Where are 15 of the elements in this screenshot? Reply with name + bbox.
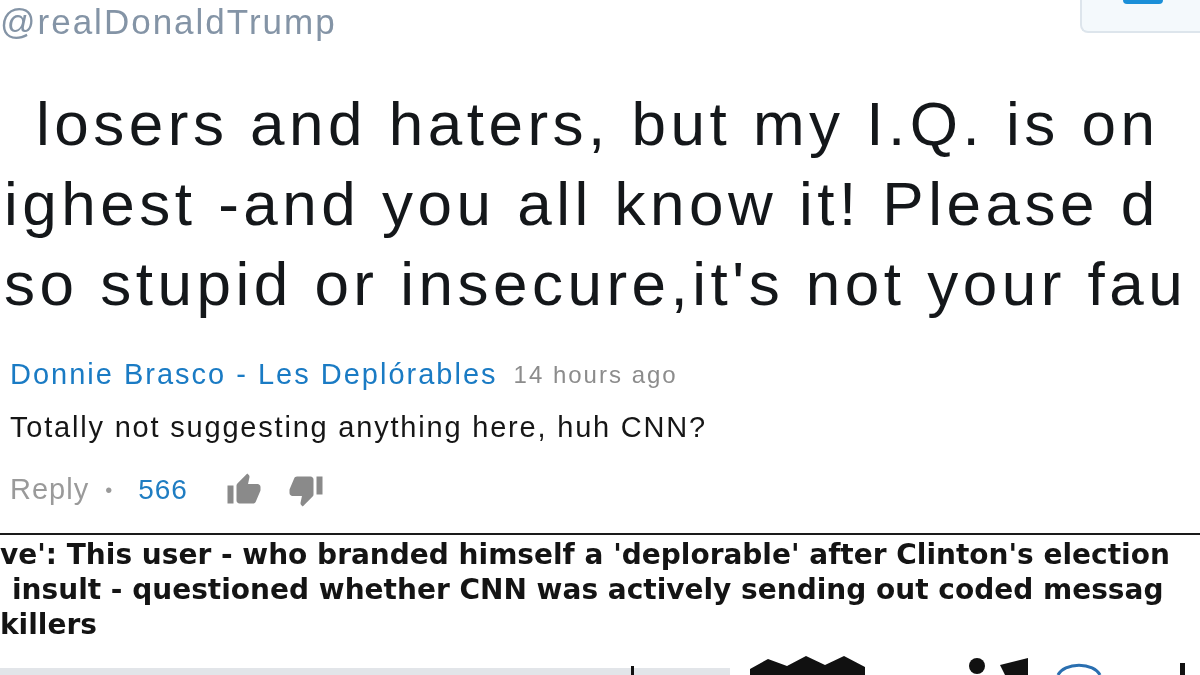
caption-line: insult - questioned whether CNN was actively sending out coded messag (12, 572, 1164, 607)
separator-dot: • (105, 478, 113, 503)
comment-author[interactable]: Donnie Brasco - Les Deplórables (10, 353, 498, 397)
bar-icon (1123, 0, 1163, 4)
cropped-button[interactable] (1080, 0, 1200, 33)
reply-button[interactable]: Reply (10, 468, 90, 512)
user-handle[interactable]: @realDonaldTrump (0, 0, 337, 42)
tweet-text-line: ighest -and you all know it! Please d (4, 168, 1160, 240)
caption-line: killers (0, 607, 97, 642)
comment-time: 14 hours ago (513, 360, 678, 390)
caption-line: ve': This user - who branded himself a 'deplorable' after Clinton's election (0, 537, 1170, 572)
tweet-text-line: so stupid or insecure,it's not your fau (4, 248, 1188, 320)
like-count: 566 (138, 473, 188, 507)
tweet-text-line: losers and haters, but my I.Q. is on (36, 88, 1160, 160)
comment-text: Totally not suggesting anything here, huh CNN? (10, 410, 707, 446)
